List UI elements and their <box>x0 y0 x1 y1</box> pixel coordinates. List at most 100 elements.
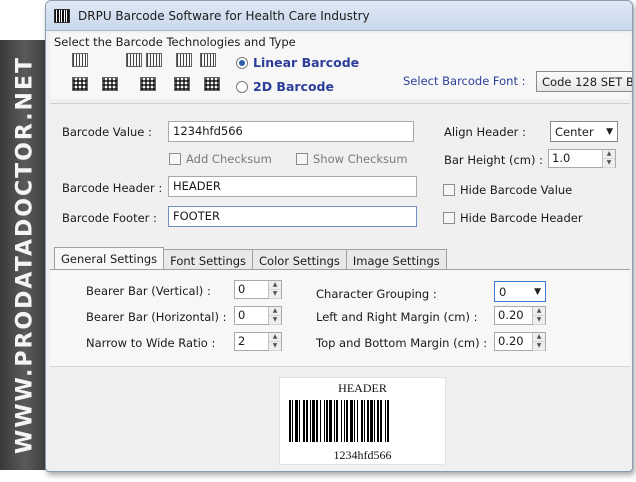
narrow-to-wide-ratio-spinner[interactable]: 2 ▲ ▼ <box>234 332 282 351</box>
linear-barcode-label: Linear Barcode <box>253 55 360 70</box>
2d-barcode-radio[interactable]: 2D Barcode <box>236 79 334 94</box>
top-bottom-margin-value: 0.20 <box>498 334 524 348</box>
left-right-margin-label: Left and Right Margin (cm) : <box>316 310 478 324</box>
barcode-footer-label: Barcode Footer : <box>62 211 157 225</box>
spin-up-icon[interactable]: ▲ <box>603 150 615 159</box>
radio-unselected-icon[interactable] <box>236 80 248 93</box>
spin-down-icon[interactable]: ▼ <box>603 159 615 168</box>
spinner-buttons[interactable]: ▲ ▼ <box>268 307 281 325</box>
show-checksum-label: Show Checksum <box>313 152 408 166</box>
bearer-bar-vertical-spinner[interactable]: 0 ▲ ▼ <box>234 280 282 299</box>
spin-down-icon[interactable]: ▼ <box>533 316 545 325</box>
narrow-to-wide-ratio-label: Narrow to Wide Ratio : <box>86 336 216 350</box>
title-bar: DRPU Barcode Software for Health Care In… <box>46 1 632 31</box>
hide-barcode-header-label: Hide Barcode Header <box>460 211 583 225</box>
bearer-bar-horizontal-label: Bearer Bar (Horizontal) : <box>86 310 227 324</box>
side-banner: WWW.PRODATADOCTOR.NET <box>0 40 50 470</box>
barcode-fields-panel: Barcode Value : 1234hfd566 Add Checksum … <box>50 103 630 239</box>
character-grouping-value: 0 <box>499 284 507 299</box>
checkbox-box[interactable] <box>443 184 455 196</box>
barcode-preview: HEADER 1234hfd566 <box>279 377 446 465</box>
bearer-bar-vertical-label: Bearer Bar (Vertical) : <box>86 284 211 298</box>
hide-barcode-header-checkbox[interactable]: Hide Barcode Header <box>443 211 583 225</box>
barcode-value-label: Barcode Value : <box>62 125 152 139</box>
barcode-value-input[interactable]: 1234hfd566 <box>168 121 414 142</box>
2d-barcode-label: 2D Barcode <box>253 79 334 94</box>
window-title: DRPU Barcode Software for Health Care In… <box>78 8 370 23</box>
2d-barcode-icon-4[interactable] <box>174 77 190 91</box>
checkbox-box[interactable] <box>296 153 308 165</box>
general-settings-panel: Bearer Bar (Vertical) : 0 ▲ ▼ Bearer Bar … <box>50 269 630 367</box>
tab-general-settings[interactable]: General Settings <box>54 247 165 271</box>
radio-selected-icon[interactable] <box>236 56 248 69</box>
spinner-buttons[interactable]: ▲ ▼ <box>268 281 281 299</box>
character-grouping-label: Character Grouping : <box>316 287 437 301</box>
barcode-header-label: Barcode Header : <box>62 181 163 195</box>
2d-barcode-icon-3[interactable] <box>140 77 156 91</box>
barcode-app-icon <box>54 8 70 23</box>
checkbox-box[interactable] <box>169 153 181 165</box>
narrow-to-wide-ratio-value: 2 <box>238 334 246 348</box>
brand-text: WWW.PRODATADOCTOR.NET <box>12 55 38 455</box>
spin-up-icon[interactable]: ▲ <box>269 307 281 316</box>
spin-up-icon[interactable]: ▲ <box>269 281 281 290</box>
settings-tabs: General Settings Font Settings Color Set… <box>54 247 447 271</box>
spin-down-icon[interactable]: ▼ <box>269 342 281 351</box>
show-checksum-checkbox[interactable]: Show Checksum <box>296 152 408 166</box>
bar-height-label: Bar Height (cm) : <box>444 153 544 167</box>
barcode-bar <box>389 400 390 442</box>
tab-font-settings[interactable]: Font Settings <box>163 249 254 271</box>
preview-header-text: HEADER <box>338 381 387 395</box>
2d-barcode-icon-2[interactable] <box>102 77 118 91</box>
barcode-bars <box>289 400 437 442</box>
spinner-buttons[interactable]: ▲ ▼ <box>268 333 281 351</box>
linear-barcode-icon-4[interactable] <box>176 53 192 67</box>
app-window: DRPU Barcode Software for Health Care In… <box>45 0 633 472</box>
linear-barcode-icon-3[interactable] <box>146 53 162 67</box>
hide-barcode-value-label: Hide Barcode Value <box>460 183 573 197</box>
align-header-value: Center <box>555 124 594 139</box>
tab-color-settings[interactable]: Color Settings <box>252 249 347 271</box>
preview-footer-text: 1234hfd566 <box>333 448 392 462</box>
barcode-font-select[interactable]: Code 128 SET B <box>536 71 632 92</box>
align-header-label: Align Header : <box>444 125 526 139</box>
2d-barcode-icon-5[interactable] <box>204 77 220 91</box>
character-grouping-select[interactable]: 0 ▼ <box>494 281 546 302</box>
linear-barcode-icon-1[interactable] <box>72 53 88 67</box>
bearer-bar-horizontal-spinner[interactable]: 0 ▲ ▼ <box>234 306 282 325</box>
spin-down-icon[interactable]: ▼ <box>533 342 545 351</box>
spinner-buttons[interactable]: ▲ ▼ <box>532 333 545 351</box>
hide-barcode-value-checkbox[interactable]: Hide Barcode Value <box>443 183 572 197</box>
barcode-header-input[interactable]: HEADER <box>168 176 417 197</box>
left-right-margin-value: 0.20 <box>498 308 524 322</box>
bearer-bar-vertical-value: 0 <box>238 282 246 296</box>
linear-barcode-radio[interactable]: Linear Barcode <box>236 55 359 70</box>
chevron-down-icon[interactable]: ▼ <box>534 287 541 297</box>
spin-up-icon[interactable]: ▲ <box>269 333 281 342</box>
chevron-down-icon[interactable]: ▼ <box>606 127 613 137</box>
align-header-select[interactable]: Center ▼ <box>550 121 618 142</box>
tab-image-settings[interactable]: Image Settings <box>345 249 447 271</box>
spinner-buttons[interactable]: ▲ ▼ <box>532 307 545 325</box>
add-checksum-label: Add Checksum <box>186 152 272 166</box>
add-checksum-checkbox[interactable]: Add Checksum <box>169 152 272 166</box>
bearer-bar-horizontal-value: 0 <box>238 308 246 322</box>
barcode-footer-input[interactable]: FOOTER <box>168 206 417 227</box>
bar-height-spinner[interactable]: 1.0 ▲ ▼ <box>548 149 616 168</box>
technology-panel: Select the Barcode Technologies and Type… <box>50 33 632 99</box>
barcode-font-label: Select Barcode Font : <box>403 74 526 88</box>
spinner-buttons[interactable]: ▲ ▼ <box>602 150 615 168</box>
technology-label: Select the Barcode Technologies and Type <box>54 35 296 49</box>
spin-up-icon[interactable]: ▲ <box>533 307 545 316</box>
top-bottom-margin-label: Top and Bottom Margin (cm) : <box>316 336 488 350</box>
spin-down-icon[interactable]: ▼ <box>269 316 281 325</box>
top-bottom-margin-spinner[interactable]: 0.20 ▲ ▼ <box>494 332 546 351</box>
2d-barcode-icon-1[interactable] <box>72 77 88 91</box>
bar-height-value: 1.0 <box>552 151 571 165</box>
linear-barcode-icon-2[interactable] <box>126 53 142 67</box>
spin-down-icon[interactable]: ▼ <box>269 290 281 299</box>
linear-barcode-icon-5[interactable] <box>200 53 216 67</box>
spin-up-icon[interactable]: ▲ <box>533 333 545 342</box>
left-right-margin-spinner[interactable]: 0.20 ▲ ▼ <box>494 306 546 325</box>
checkbox-box[interactable] <box>443 212 455 224</box>
